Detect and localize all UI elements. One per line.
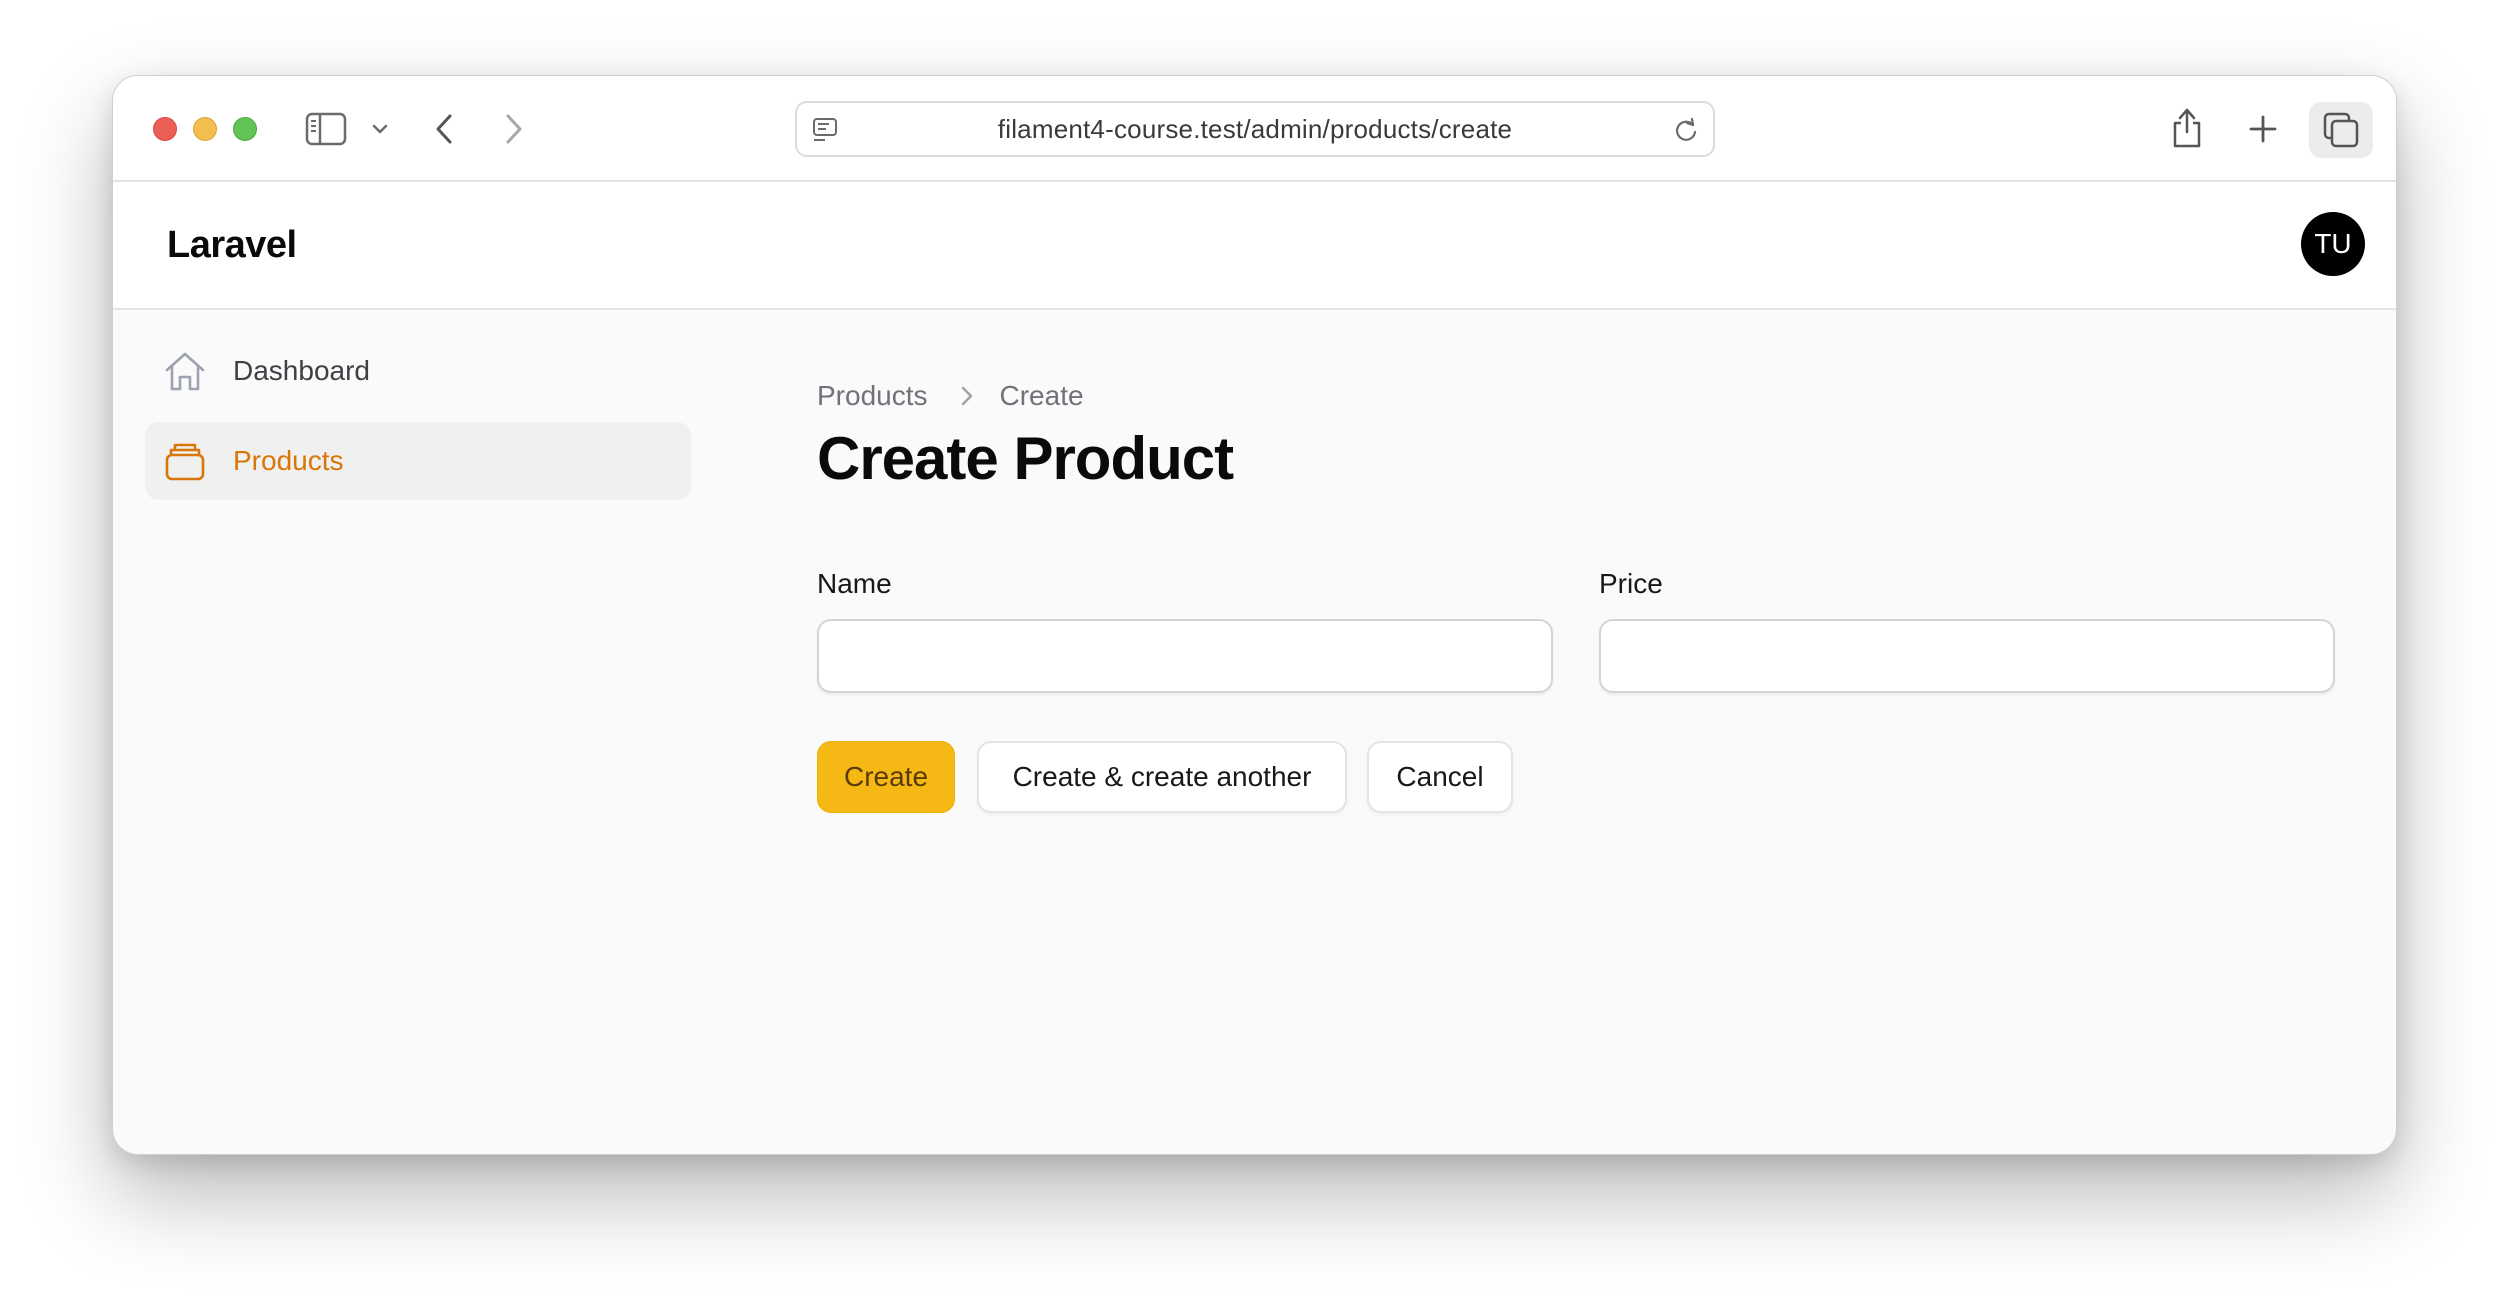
window-minimize-button[interactable] [193, 117, 217, 141]
back-arrow-icon[interactable] [429, 109, 459, 149]
sidebar-item-dashboard[interactable]: Dashboard [145, 332, 691, 410]
browser-window: filament4-course.test/admin/products/cre… [112, 75, 2397, 1155]
window-maximize-button[interactable] [233, 117, 257, 141]
name-field-label: Name [817, 568, 892, 599]
tab-overview-icon[interactable] [2309, 102, 2373, 158]
browser-toolbar: filament4-course.test/admin/products/cre… [113, 76, 2396, 182]
create-button[interactable]: Create [817, 741, 955, 813]
window-close-button[interactable] [153, 117, 177, 141]
archive-box-icon [163, 439, 207, 483]
sidebar-item-products[interactable]: Products [145, 422, 691, 500]
chevron-down-icon[interactable] [369, 116, 391, 142]
name-input[interactable] [817, 619, 1553, 693]
home-icon [163, 349, 207, 393]
breadcrumb: Products Create [817, 376, 1084, 416]
breadcrumb-link-products[interactable]: Products [817, 380, 928, 412]
sidebar-item-label: Dashboard [233, 355, 370, 386]
reload-icon[interactable] [1671, 115, 1701, 145]
page-title: Create Product [817, 425, 1234, 492]
brand-logo[interactable]: Laravel [167, 182, 297, 308]
app-topbar: Laravel TU [113, 182, 2396, 310]
price-input[interactable] [1599, 619, 2335, 693]
chevron-right-icon [960, 385, 974, 407]
breadcrumb-current: Create [999, 380, 1084, 411]
share-icon[interactable] [2167, 105, 2207, 151]
plus-icon[interactable] [2245, 109, 2281, 149]
forward-arrow-icon[interactable] [499, 109, 529, 149]
url-text[interactable]: filament4-course.test/admin/products/cre… [857, 103, 1653, 155]
page-settings-icon[interactable] [811, 115, 841, 145]
create-another-button[interactable]: Create & create another [977, 741, 1347, 813]
price-field-label: Price [1599, 568, 1663, 599]
sidebar-toggle-icon[interactable] [305, 109, 347, 149]
address-bar[interactable]: filament4-course.test/admin/products/cre… [795, 101, 1715, 157]
user-avatar[interactable]: TU [2301, 212, 2365, 276]
sidebar-item-label: Products [233, 445, 344, 476]
cancel-button[interactable]: Cancel [1367, 741, 1513, 813]
